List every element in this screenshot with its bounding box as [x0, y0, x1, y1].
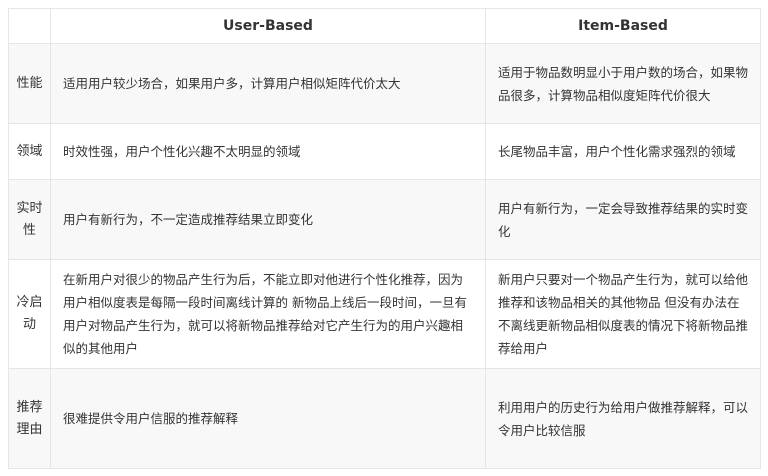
table-row-recommendation-reason: 推荐理由 很难提供令用户信服的推荐解释 利用用户的历史行为给用户做推荐解释，可以… — [8, 368, 761, 469]
table-row-cold-start: 冷启动 在新用户对很少的物品产生行为后，不能立即对他进行个性化推荐，因为用户相似… — [8, 259, 761, 369]
row-label-performance: 性能 — [8, 43, 51, 124]
cell-item-based-recommendation-reason: 利用用户的历史行为给用户做推荐解释，可以令用户比较信服 — [485, 368, 761, 469]
header-user-based: User-Based — [50, 8, 486, 44]
table-row-domain: 领域 时效性强，用户个性化兴趣不太明显的领域 长尾物品丰富，用户个性化需求强烈的… — [8, 123, 761, 180]
cell-user-based-realtime: 用户有新行为，不一定造成推荐结果立即变化 — [50, 179, 486, 260]
comparison-table: User-Based Item-Based 性能 适用用户较少场合，如果用户多，… — [8, 8, 761, 469]
cell-user-based-recommendation-reason: 很难提供令用户信服的推荐解释 — [50, 368, 486, 469]
table-row-realtime: 实时性 用户有新行为，不一定造成推荐结果立即变化 用户有新行为，一定会导致推荐结… — [8, 179, 761, 260]
row-label-domain: 领域 — [8, 123, 51, 180]
table-row-performance: 性能 适用用户较少场合，如果用户多，计算用户相似矩阵代价太大 适用于物品数明显小… — [8, 43, 761, 124]
header-item-based: Item-Based — [485, 8, 761, 44]
row-label-cold-start: 冷启动 — [8, 259, 51, 369]
header-corner-cell — [8, 8, 51, 44]
row-label-recommendation-reason: 推荐理由 — [8, 368, 51, 469]
cell-user-based-performance: 适用用户较少场合，如果用户多，计算用户相似矩阵代价太大 — [50, 43, 486, 124]
cell-item-based-cold-start: 新用户只要对一个物品产生行为，就可以给他推荐和该物品相关的其他物品 但没有办法在… — [485, 259, 761, 369]
row-label-realtime: 实时性 — [8, 179, 51, 260]
cell-user-based-domain: 时效性强，用户个性化兴趣不太明显的领域 — [50, 123, 486, 180]
cell-item-based-performance: 适用于物品数明显小于用户数的场合，如果物品很多，计算物品相似度矩阵代价很大 — [485, 43, 761, 124]
cell-user-based-cold-start: 在新用户对很少的物品产生行为后，不能立即对他进行个性化推荐，因为用户相似度表是每… — [50, 259, 486, 369]
cell-item-based-domain: 长尾物品丰富，用户个性化需求强烈的领域 — [485, 123, 761, 180]
header-row: User-Based Item-Based — [8, 8, 761, 44]
cell-item-based-realtime: 用户有新行为，一定会导致推荐结果的实时变化 — [485, 179, 761, 260]
